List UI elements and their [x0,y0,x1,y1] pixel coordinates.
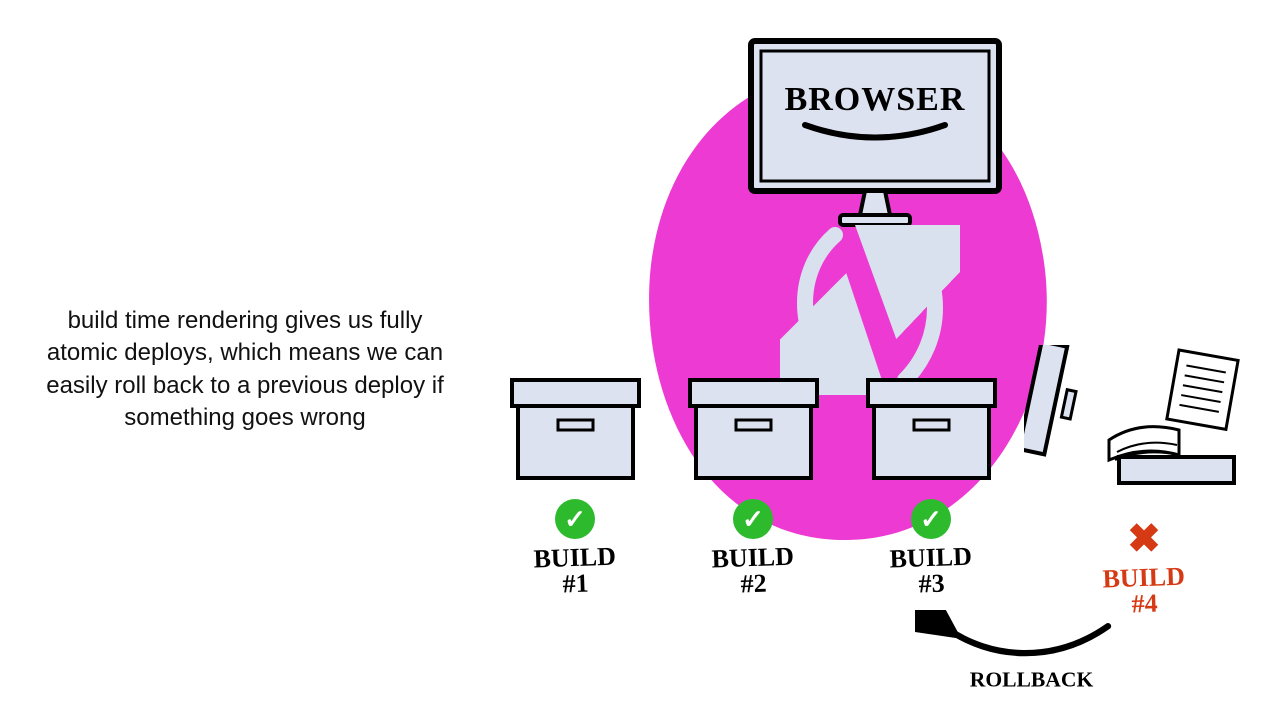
monitor-label: BROWSER [785,81,966,118]
browser-monitor-icon: BROWSER [745,35,1005,235]
rollback-label: ROLLBACK [970,668,1094,692]
diagram-stage: BROWSER BUILD#1 [470,0,1280,720]
build-1: BUILD#1 [500,370,650,690]
build-2: BUILD#2 [678,370,828,690]
box-icon [686,370,821,485]
box-icon [864,370,999,485]
check-icon [911,499,951,539]
build-label: BUILD#2 [711,544,795,599]
box-icon [508,370,643,485]
cross-icon [1124,519,1164,559]
check-icon [733,499,773,539]
exploded-box-icon [1034,370,1254,505]
build-label: BUILD#1 [533,544,617,599]
build-label: BUILD#3 [889,544,973,599]
rollback-arrow-icon: ROLLBACK [915,610,1175,700]
check-icon [555,499,595,539]
caption-text: build time rendering gives us fully atom… [35,305,455,435]
